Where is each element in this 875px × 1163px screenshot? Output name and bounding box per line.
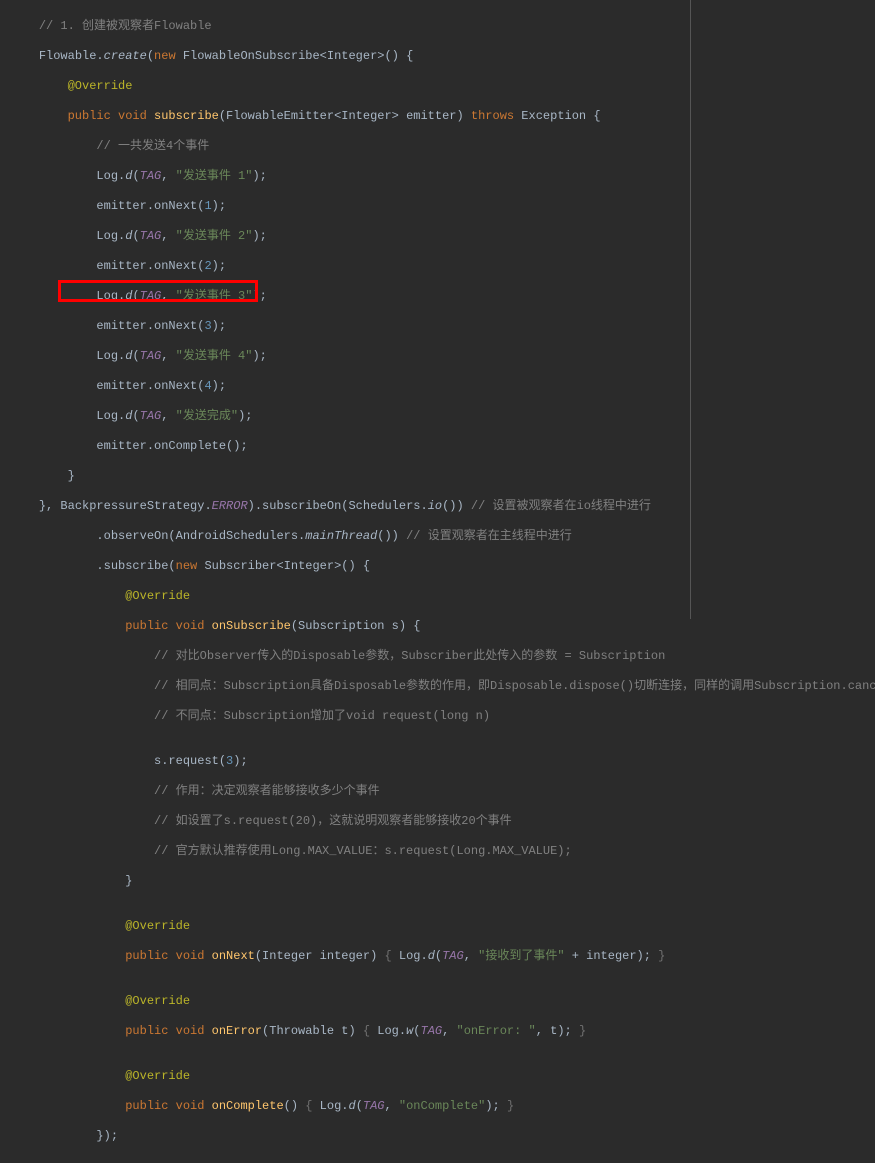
code-line: emitter.onNext(3);: [10, 319, 875, 334]
code-line: }: [10, 469, 875, 484]
code-line: .subscribe(new Subscriber<Integer>() {: [10, 559, 875, 574]
code-line: // 作用：决定观察者能够接收多少个事件: [10, 784, 875, 799]
code-line: s.request(3);: [10, 754, 875, 769]
code-line: emitter.onNext(1);: [10, 199, 875, 214]
code-line: Log.d(TAG, "发送事件 3");: [10, 289, 875, 304]
code-line: Log.d(TAG, "发送完成");: [10, 409, 875, 424]
code-line: emitter.onNext(4);: [10, 379, 875, 394]
code-line: public void subscribe(FlowableEmitter<In…: [10, 109, 875, 124]
code-line: public void onError(Throwable t) { Log.w…: [10, 1024, 875, 1039]
comment: // 1. 创建被观察者Flowable: [39, 19, 212, 33]
code-line: Log.d(TAG, "发送事件 4");: [10, 349, 875, 364]
code-line: @Override: [10, 994, 875, 1009]
code-line: public void onNext(Integer integer) { Lo…: [10, 949, 875, 964]
code-line: // 1. 创建被观察者Flowable: [10, 19, 875, 34]
code-line: public void onComplete() { Log.d(TAG, "o…: [10, 1099, 875, 1114]
code-line: });: [10, 1129, 875, 1144]
code-editor[interactable]: // 1. 创建被观察者Flowable Flowable.create(new…: [0, 0, 875, 1163]
code-line: @Override: [10, 1069, 875, 1084]
code-line: // 如设置了s.request(20)，这就说明观察者能够接收20个事件: [10, 814, 875, 829]
code-line: }, BackpressureStrategy.ERROR).subscribe…: [10, 499, 875, 514]
code-line: public void onSubscribe(Subscription s) …: [10, 619, 875, 634]
code-line: Flowable.create(new FlowableOnSubscribe<…: [10, 49, 875, 64]
editor-ruler: [690, 0, 691, 619]
code-line: .observeOn(AndroidSchedulers.mainThread(…: [10, 529, 875, 544]
code-line: }: [10, 874, 875, 889]
code-line: emitter.onComplete();: [10, 439, 875, 454]
code-line: // 相同点：Subscription具备Disposable参数的作用，即Di…: [10, 679, 875, 694]
code-line: @Override: [10, 589, 875, 604]
code-line: emitter.onNext(2);: [10, 259, 875, 274]
code-line: // 官方默认推荐使用Long.MAX_VALUE：s.request(Long…: [10, 844, 875, 859]
code-line: @Override: [10, 79, 875, 94]
code-line: // 对比Observer传入的Disposable参数，Subscriber此…: [10, 649, 875, 664]
code-line: @Override: [10, 919, 875, 934]
code-line: // 不同点：Subscription增加了void request(long …: [10, 709, 875, 724]
code-line: Log.d(TAG, "发送事件 2");: [10, 229, 875, 244]
code-line: Log.d(TAG, "发送事件 1");: [10, 169, 875, 184]
code-line: // 一共发送4个事件: [10, 139, 875, 154]
